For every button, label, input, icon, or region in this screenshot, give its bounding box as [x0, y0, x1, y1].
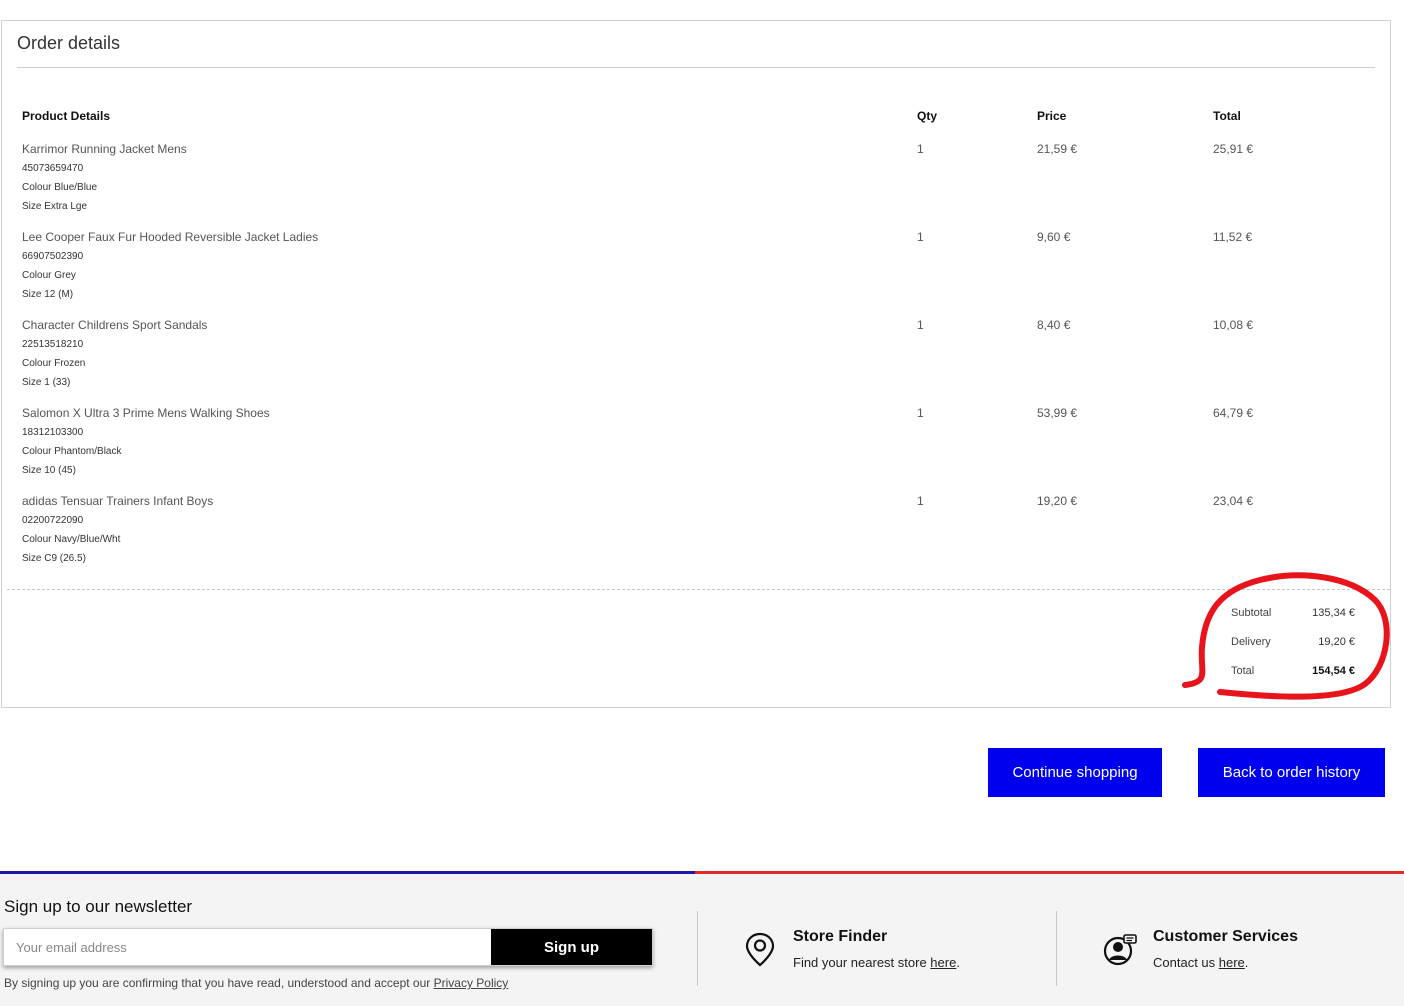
product-line-total: 23,04 €: [1213, 494, 1254, 508]
footer-divider: [697, 911, 698, 986]
product-qty: 1: [917, 230, 924, 244]
column-header-product: Product Details: [22, 109, 111, 123]
newsletter-signup-button[interactable]: Sign up: [491, 929, 652, 965]
location-pin-icon: [745, 932, 775, 967]
column-header-qty: Qty: [917, 109, 938, 123]
customer-services-suffix: .: [1244, 955, 1249, 970]
product-colour: Colour Frozen: [22, 358, 86, 369]
product-qty: 1: [917, 406, 924, 420]
product-price: 53,99 €: [1037, 406, 1078, 420]
title-divider: [17, 67, 1375, 68]
continue-shopping-button[interactable]: Continue shopping: [988, 748, 1162, 797]
order-item-row: Karrimor Running Jacket Mens 45073659470…: [2, 142, 1390, 230]
column-header-total: Total: [1213, 109, 1241, 123]
product-colour: Colour Blue/Blue: [22, 182, 98, 193]
customer-services-prefix: Contact us: [1153, 955, 1219, 970]
product-price: 19,20 €: [1037, 494, 1078, 508]
store-finder-link[interactable]: here: [930, 955, 956, 970]
product-size: Size Extra Lge: [22, 201, 88, 212]
product-name: adidas Tensuar Trainers Infant Boys: [22, 494, 214, 508]
product-name: Karrimor Running Jacket Mens: [22, 142, 187, 156]
total-label: Total: [1231, 665, 1255, 677]
site-footer: Sign up to our newsletter Sign up By sig…: [0, 871, 1404, 1006]
consent-prefix: By signing up you are confirming that yo…: [4, 976, 434, 990]
product-line-total: 25,91 €: [1213, 142, 1254, 156]
product-price: 8,40 €: [1037, 318, 1071, 332]
product-qty: 1: [917, 318, 924, 332]
page-title: Order details: [17, 33, 121, 53]
product-line-total: 10,08 €: [1213, 318, 1254, 332]
product-sku: 18312103300: [22, 427, 84, 438]
store-finder-suffix: .: [956, 955, 960, 970]
store-finder-text: Find your nearest store here.: [793, 955, 960, 970]
product-sku: 22513518210: [22, 339, 84, 350]
product-name: Character Childrens Sport Sandals: [22, 318, 208, 332]
back-to-order-history-button[interactable]: Back to order history: [1198, 748, 1385, 797]
newsletter-title: Sign up to our newsletter: [4, 897, 193, 916]
product-colour: Colour Grey: [22, 270, 76, 281]
customer-services-text: Contact us here.: [1153, 955, 1248, 970]
summary-divider: [7, 589, 1390, 590]
customer-services-title: Customer Services: [1153, 928, 1298, 945]
order-item-row: Lee Cooper Faux Fur Hooded Reversible Ja…: [2, 230, 1390, 318]
delivery-label: Delivery: [1231, 636, 1271, 648]
product-colour: Colour Phantom/Black: [22, 446, 122, 457]
footer-stripe-red: [695, 871, 1404, 874]
footer-stripe-blue: [0, 871, 695, 874]
newsletter-form: Sign up: [3, 928, 653, 966]
order-item-row: Character Childrens Sport Sandals 225135…: [2, 318, 1390, 406]
order-details-panel: Order details Product Details Qty Price …: [1, 20, 1391, 708]
order-item-row: Salomon X Ultra 3 Prime Mens Walking Sho…: [2, 406, 1390, 494]
footer-divider: [1056, 911, 1057, 986]
store-finder-title: Store Finder: [793, 928, 888, 945]
privacy-policy-link[interactable]: Privacy Policy: [434, 976, 509, 990]
product-name: Salomon X Ultra 3 Prime Mens Walking Sho…: [22, 406, 270, 420]
product-qty: 1: [917, 494, 924, 508]
newsletter-email-input[interactable]: [4, 929, 491, 965]
column-header-price: Price: [1037, 109, 1067, 123]
product-sku: 45073659470: [22, 163, 84, 174]
product-sku: 02200722090: [22, 515, 84, 526]
delivery-value: 19,20 €: [1318, 636, 1355, 648]
product-line-total: 11,52 €: [1213, 230, 1253, 244]
order-item-row: adidas Tensuar Trainers Infant Boys 0220…: [2, 494, 1390, 582]
subtotal-label: Subtotal: [1231, 607, 1272, 619]
product-price: 9,60 €: [1037, 230, 1071, 244]
product-colour: Colour Navy/Blue/Wht: [22, 534, 121, 545]
product-name: Lee Cooper Faux Fur Hooded Reversible Ja…: [22, 230, 319, 244]
customer-support-icon: [1103, 934, 1137, 966]
product-size: Size C9 (26.5): [22, 553, 86, 564]
product-line-total: 64,79 €: [1213, 406, 1254, 420]
store-finder-prefix: Find your nearest store: [793, 955, 931, 970]
product-sku: 66907502390: [22, 251, 84, 262]
subtotal-value: 135,34 €: [1312, 607, 1355, 619]
product-qty: 1: [917, 142, 924, 156]
customer-services-link[interactable]: here: [1219, 955, 1245, 970]
product-size: Size 10 (45): [22, 465, 76, 476]
grand-total-value: 154,54 €: [1312, 665, 1355, 677]
product-size: Size 1 (33): [22, 377, 71, 388]
newsletter-consent-text: By signing up you are confirming that yo…: [4, 976, 508, 990]
product-size: Size 12 (M): [22, 289, 74, 300]
product-price: 21,59 €: [1037, 142, 1078, 156]
